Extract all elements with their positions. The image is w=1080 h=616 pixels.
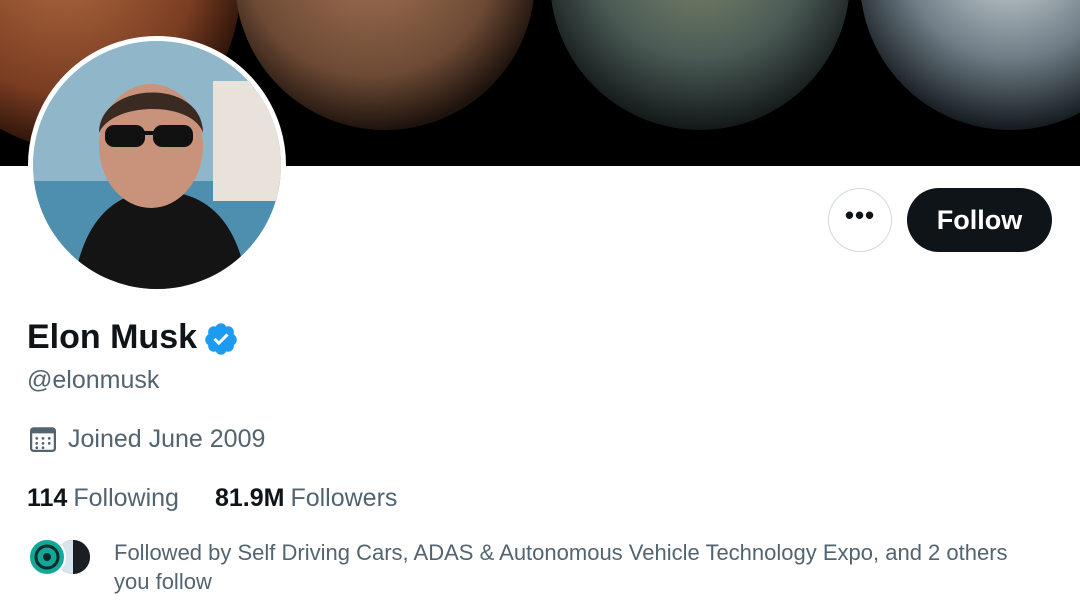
profile-handle: @elonmusk <box>27 366 160 394</box>
followed-by-text: Followed by Self Driving Cars, ADAS & Au… <box>114 540 1008 594</box>
follow-button[interactable]: Follow <box>907 188 1052 252</box>
more-icon: ••• <box>844 200 876 230</box>
more-options-button[interactable]: ••• <box>828 188 892 252</box>
profile-avatar[interactable] <box>28 36 286 294</box>
followers-label: Followers <box>290 484 398 512</box>
name-row: Elon Musk <box>27 318 239 357</box>
following-link[interactable]: 114 Following <box>27 484 179 513</box>
followers-link[interactable]: 81.9M Followers <box>215 484 397 513</box>
followers-count: 81.9M <box>214 484 285 512</box>
following-count: 114 <box>27 484 68 512</box>
follow-stats: 114 Following 81.9M Followers <box>27 484 397 513</box>
verified-badge-icon[interactable] <box>203 321 239 357</box>
display-name: Elon Musk <box>27 318 198 356</box>
joined-date: Joined June 2009 <box>28 424 265 454</box>
follower-avatar <box>28 538 66 576</box>
follower-avatars <box>28 538 94 576</box>
calendar-icon <box>30 427 56 452</box>
following-label: Following <box>73 484 179 512</box>
joined-text: Joined June 2009 <box>68 424 266 453</box>
followed-by-section[interactable]: Followed by Self Driving Cars, ADAS & Au… <box>28 538 1014 596</box>
avatar-image <box>33 41 281 289</box>
